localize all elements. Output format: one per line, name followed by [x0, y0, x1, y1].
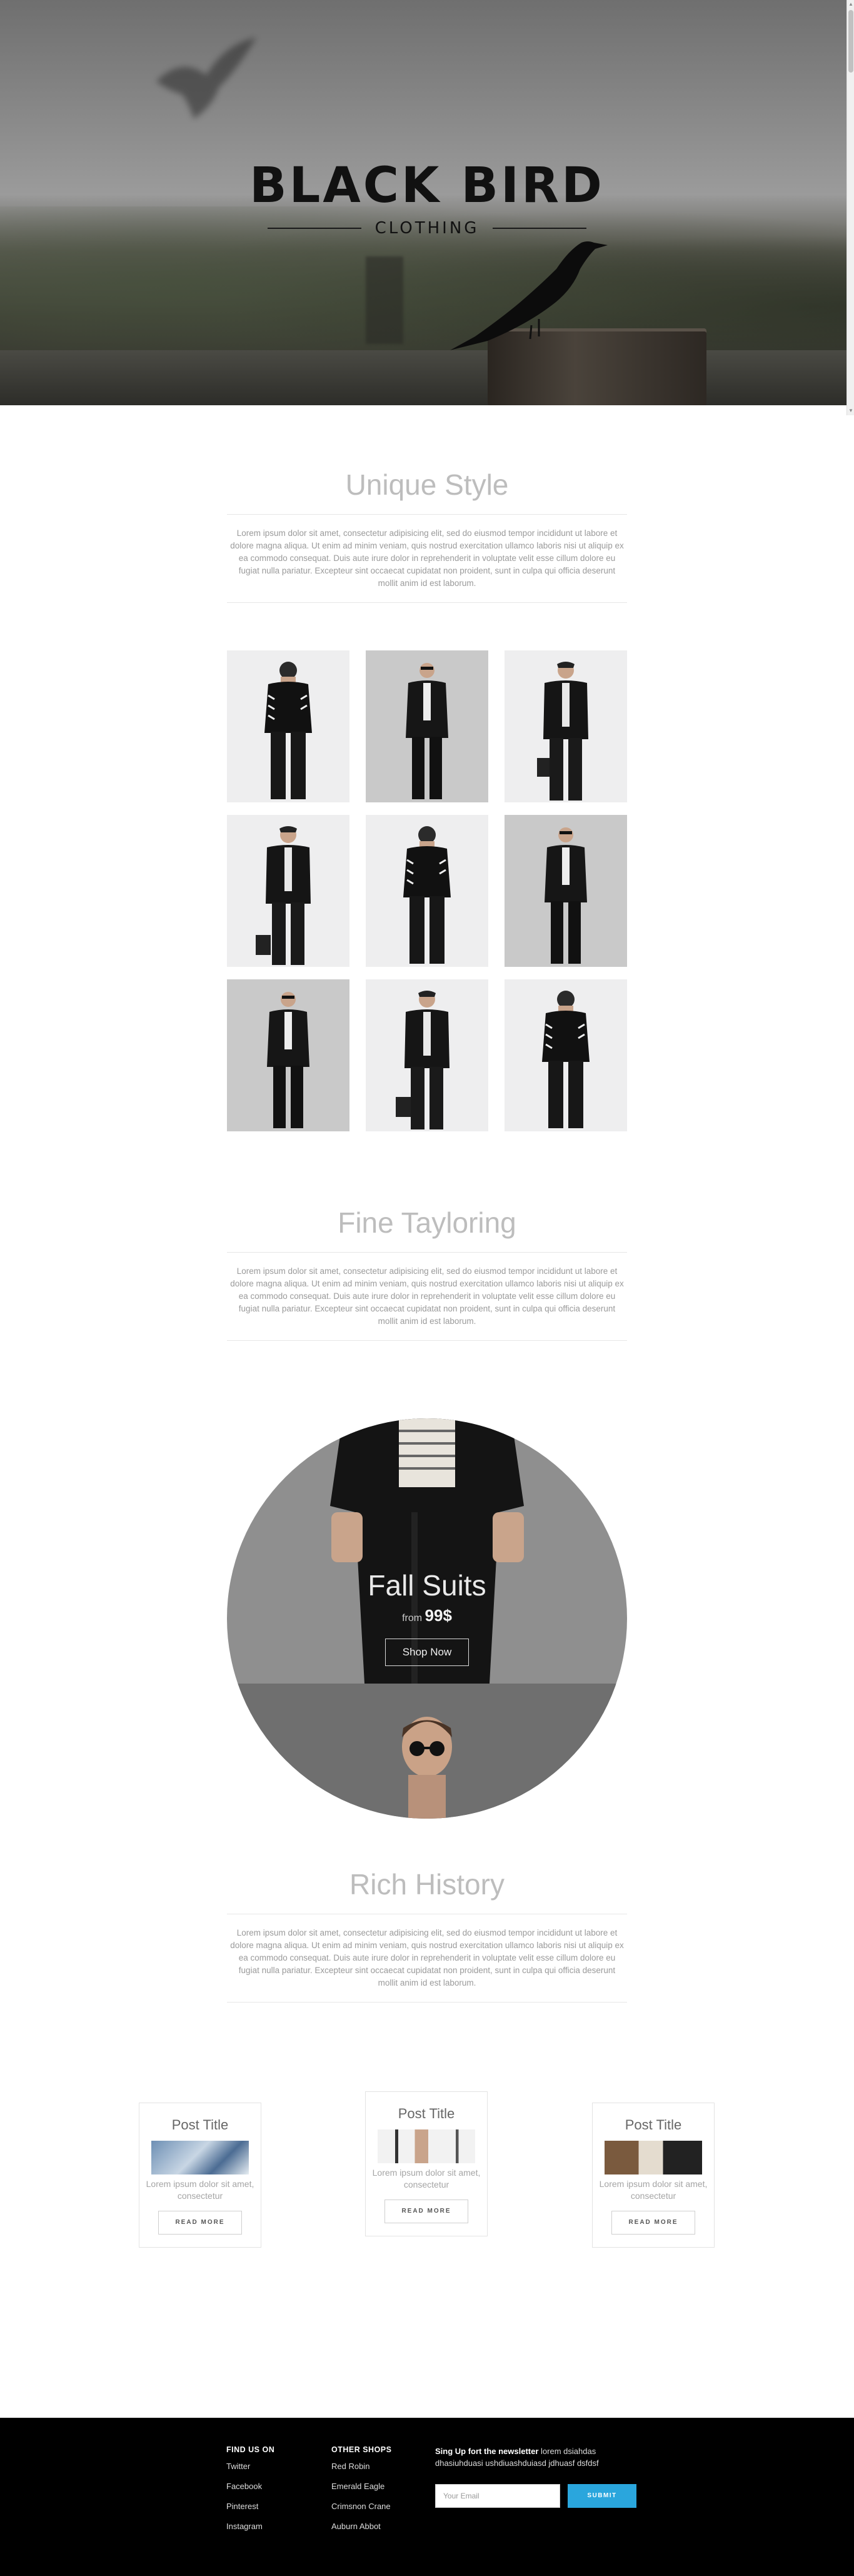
model-image [403, 826, 451, 964]
footer-other-shops: OTHER SHOPS Red Robin Emerald Eagle Crim… [331, 2445, 392, 2542]
footer-link-pinterest[interactable]: Pinterest [226, 2502, 274, 2511]
section-divider [227, 1252, 627, 1253]
post-card: Post Title Lorem ipsum dolor sit amet, c… [592, 2103, 715, 2248]
product-tile[interactable] [366, 979, 488, 1131]
product-tile[interactable] [227, 979, 349, 1131]
section-text: Lorem ipsum dolor sit amet, consectetur … [230, 1266, 624, 1326]
footer-heading: OTHER SHOPS [331, 2445, 392, 2454]
footer-heading: FIND US ON [226, 2445, 275, 2454]
product-tile[interactable] [505, 979, 627, 1131]
model-image [406, 663, 448, 799]
model-image [264, 662, 312, 799]
footer-link-twitter[interactable]: Twitter [226, 2462, 274, 2471]
post-card: Post Title Lorem ipsum dolor sit amet, c… [139, 2103, 261, 2248]
footer-link-shop[interactable]: Auburn Abbot [331, 2522, 392, 2531]
scroll-down-icon[interactable]: ▼ [848, 408, 853, 414]
section-fine-tayloring: Fine Tayloring Lorem ipsum dolor sit ame… [227, 1206, 627, 1353]
promo-title: Fall Suits [368, 1569, 486, 1602]
footer-link-shop[interactable]: Crimsnon Crane [331, 2502, 392, 2511]
hero-banner: BLACK BIRD CLOTHING [0, 0, 854, 405]
product-tile[interactable] [505, 650, 627, 802]
section-unique-style: Unique Style Lorem ipsum dolor sit amet,… [227, 468, 627, 615]
promo-price: from 99$ [227, 1606, 627, 1625]
model-image [256, 826, 311, 965]
site-footer: FIND US ON Twitter Facebook Pinterest In… [0, 2418, 854, 2576]
footer-link-shop[interactable]: Emerald Eagle [331, 2482, 392, 2491]
model-image [396, 991, 450, 1129]
price-prefix: from [402, 1613, 423, 1624]
brand-subtitle-row: CLOTHING [0, 219, 854, 238]
section-divider [227, 514, 627, 515]
post-image [605, 2141, 702, 2174]
model-image [545, 827, 587, 964]
section-title: Fine Tayloring [338, 1206, 516, 1239]
post-image [378, 2129, 475, 2163]
page-scrollbar[interactable]: ▲ ▼ [846, 0, 854, 415]
footer-link-instagram[interactable]: Instagram [226, 2522, 274, 2531]
hero-ground [0, 350, 854, 405]
model-image [267, 992, 309, 1128]
newsletter-text: Sing Up fort the newsletter lorem dsiahd… [435, 2445, 641, 2469]
footer-link-shop[interactable]: Red Robin [331, 2462, 392, 2471]
post-body: Lorem ipsum dolor sit amet, consectetur [599, 2179, 708, 2201]
footer-link-facebook[interactable]: Facebook [226, 2482, 274, 2491]
post-body: Lorem ipsum dolor sit amet, consectetur [146, 2179, 254, 2201]
post-title: Post Title [398, 2106, 455, 2121]
footer-newsletter: Sing Up fort the newsletter lorem dsiahd… [435, 2445, 641, 2469]
section-divider [227, 1340, 627, 1341]
read-more-button[interactable]: READ MORE [611, 2211, 695, 2235]
blurred-bird-image [156, 38, 256, 119]
brand-subtitle: CLOTHING [374, 219, 480, 238]
model-image [542, 991, 590, 1128]
product-tile[interactable] [366, 815, 488, 967]
model-face-image [402, 1717, 452, 1819]
hero-blurred-stump [366, 256, 403, 344]
newsletter-submit-button[interactable]: SUBMIT [568, 2484, 636, 2508]
product-tile[interactable] [227, 815, 349, 967]
post-card: Post Title Lorem ipsum dolor sit amet, c… [365, 2091, 488, 2236]
newsletter-email-input[interactable]: Your Email [435, 2484, 560, 2508]
product-tile[interactable] [227, 650, 349, 802]
section-title: Rich History [349, 1868, 505, 1901]
post-title: Post Title [625, 2117, 682, 2133]
brand-title: BLACK BIRD [249, 158, 605, 214]
newsletter-lead: Sing Up fort the newsletter [435, 2447, 539, 2456]
product-grid [227, 650, 627, 1132]
scrollbar-thumb[interactable] [848, 10, 853, 73]
post-image [151, 2141, 249, 2174]
product-tile[interactable] [505, 815, 627, 967]
post-title: Post Title [171, 2117, 229, 2133]
section-title: Unique Style [345, 468, 509, 501]
raven-image [450, 241, 608, 350]
model-image [537, 662, 588, 801]
price-value: 99$ [424, 1606, 452, 1625]
section-divider [227, 602, 627, 603]
section-text: Lorem ipsum dolor sit amet, consectetur … [230, 1928, 624, 1988]
section-text: Lorem ipsum dolor sit amet, consectetur … [230, 528, 624, 588]
shop-now-button[interactable]: Shop Now [385, 1639, 469, 1666]
hero-brand: BLACK BIRD CLOTHING [0, 161, 854, 238]
read-more-button[interactable]: READ MORE [384, 2200, 468, 2223]
fall-suits-promo: Fall Suits from 99$ Shop Now [227, 1418, 627, 1819]
section-divider [227, 2002, 627, 2003]
post-body: Lorem ipsum dolor sit amet, consectetur [372, 2168, 481, 2190]
section-rich-history: Rich History Lorem ipsum dolor sit amet,… [227, 1867, 627, 2015]
product-tile[interactable] [366, 650, 488, 802]
scroll-up-icon[interactable]: ▲ [848, 1, 853, 8]
read-more-button[interactable]: READ MORE [158, 2211, 242, 2235]
footer-find-us: FIND US ON Twitter Facebook Pinterest In… [226, 2445, 274, 2542]
divider-line-left [267, 228, 361, 229]
divider-line-right [493, 228, 587, 229]
